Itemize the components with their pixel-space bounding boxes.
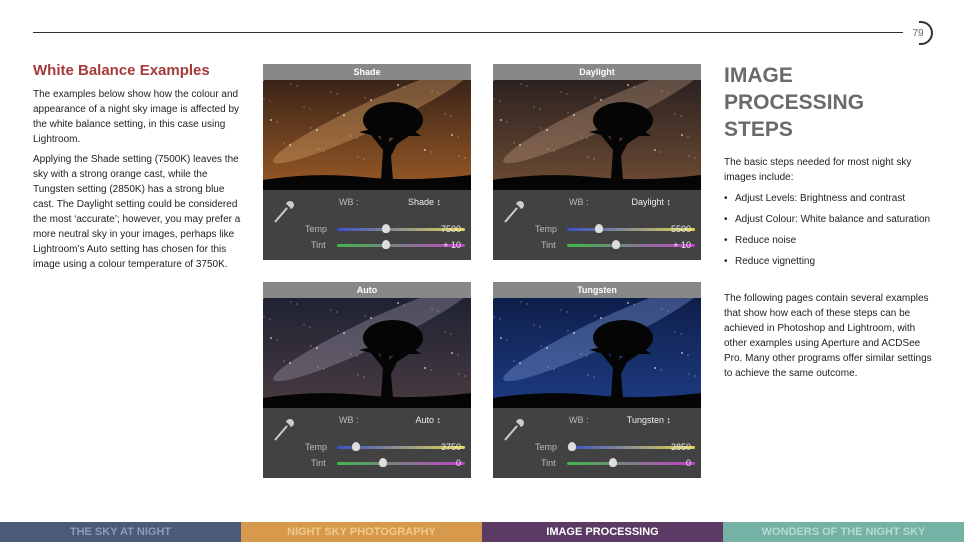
footer-tab-sky-at-night[interactable]: THE SKY AT NIGHT [0,522,241,542]
night-sky-photo [493,80,701,190]
temp-label: Temp [535,224,558,234]
temp-value: 5500 [670,224,691,234]
panel-title: Tungsten [493,282,701,298]
temp-value: 2850 [670,442,691,452]
eyedropper-icon[interactable] [269,196,299,226]
side-outro: The following pages contain several exam… [724,293,932,379]
footer-tab-wonders-of-night-sky[interactable]: WONDERS OF THE NIGHT SKY [723,522,964,542]
wb-select[interactable]: Auto ↕ [415,415,441,425]
steps-list: Adjust Levels: Brightness and contrast A… [724,191,934,275]
footer-tab-image-processing[interactable]: IMAGE PROCESSING [482,522,723,542]
night-sky-photo [263,298,471,408]
tint-slider-handle[interactable] [381,240,390,249]
night-sky-photo [263,80,471,190]
steps-list-item: Adjust Colour: White balance and saturat… [724,212,934,227]
wb-select[interactable]: Daylight ↕ [631,197,671,207]
white-balance-controls: WB : Auto ↕ Temp 3750 Tint 0 [263,408,471,478]
page-number-arc [919,21,933,45]
footer-nav: THE SKY AT NIGHT NIGHT SKY PHOTOGRAPHY I… [0,522,964,542]
tint-slider-handle[interactable] [609,458,618,467]
wb-label: WB : [339,415,359,425]
panel-title: Shade [263,64,471,80]
temp-label: Temp [305,224,328,234]
tint-slider[interactable] [567,458,695,467]
tint-value: 0 [455,458,461,468]
tint-slider[interactable] [337,458,465,467]
wb-select[interactable]: Tungsten ↕ [627,415,671,425]
steps-list-item: Reduce noise [724,233,934,248]
side-heading-line-2: PROCESSING [724,91,865,114]
eyedropper-icon[interactable] [499,414,529,444]
temp-slider-handle[interactable] [568,442,577,451]
temp-slider-handle[interactable] [595,224,603,233]
tint-label: Tint [311,458,326,468]
temp-value: 7500 [440,224,461,234]
tint-value: + 10 [443,240,461,250]
wb-select[interactable]: Shade ↕ [408,197,441,207]
panel-title: Auto [263,282,471,298]
panel-title: Daylight [493,64,701,80]
side-heading-line-3: STEPS [724,118,793,141]
intro-paragraph-2: Applying the Shade setting (7500K) leave… [33,154,241,270]
temp-slider-handle[interactable] [381,224,390,233]
header-rule [33,32,903,33]
panel-daylight: Daylight WB : Daylight ↕ Temp 5500 Tint + 10 [493,64,701,260]
tint-label: Tint [311,240,326,250]
panel-tungsten: Tungsten WB : Tungsten ↕ Temp 2850 Tint 0 [493,282,701,478]
wb-label: WB : [569,415,589,425]
tint-slider-handle[interactable] [611,240,620,249]
section-title: White Balance Examples [33,62,210,79]
steps-list-item: Adjust Levels: Brightness and contrast [724,191,934,206]
tint-label: Tint [541,458,556,468]
wb-label: WB : [339,197,359,207]
footer-tab-night-sky-photography[interactable]: NIGHT SKY PHOTOGRAPHY [241,522,482,542]
temp-slider-handle[interactable] [352,442,361,451]
side-heading-line-1: IMAGE [724,64,793,87]
tint-value: + 10 [673,240,691,250]
side-intro: The basic steps needed for most night sk… [724,157,912,183]
temp-value: 3750 [440,442,461,452]
panel-auto: Auto WB : Auto ↕ Temp 3750 Tint 0 [263,282,471,478]
wb-label: WB : [569,197,589,207]
tint-value: 0 [685,458,691,468]
intro-paragraph-1: The examples below show how the colour a… [33,89,240,145]
tint-slider-handle[interactable] [379,458,388,467]
white-balance-controls: WB : Daylight ↕ Temp 5500 Tint + 10 [493,190,701,260]
night-sky-photo [493,298,701,408]
tint-label: Tint [541,240,556,250]
temp-label: Temp [305,442,328,452]
steps-list-item: Reduce vignetting [724,254,934,269]
side-heading: IMAGE PROCESSING STEPS [724,62,864,143]
white-balance-controls: WB : Tungsten ↕ Temp 2850 Tint 0 [493,408,701,478]
eyedropper-icon[interactable] [499,196,529,226]
eyedropper-icon[interactable] [269,414,299,444]
temp-label: Temp [535,442,558,452]
panel-shade: Shade WB : Shade ↕ Temp 7500 Tint + 10 [263,64,471,260]
white-balance-controls: WB : Shade ↕ Temp 7500 Tint + 10 [263,190,471,260]
